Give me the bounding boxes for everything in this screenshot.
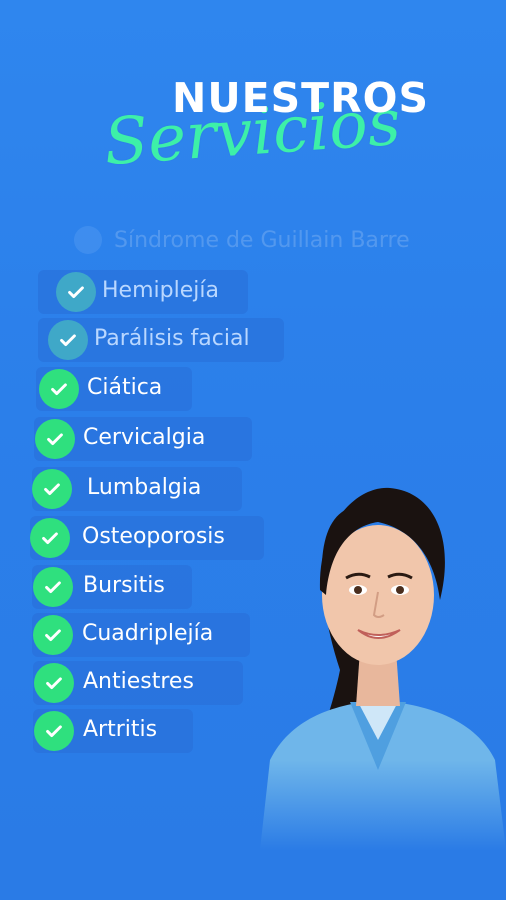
- check-circle-icon: [39, 369, 79, 409]
- service-label: Bursitis: [83, 573, 165, 598]
- service-label: Parálisis facial: [94, 326, 250, 351]
- service-label: Cervicalgia: [83, 425, 206, 450]
- check-circle-icon: [34, 663, 74, 703]
- service-label: Antiestres: [83, 669, 194, 694]
- check-circle-icon: [34, 711, 74, 751]
- service-label: Hemiplejía: [102, 278, 219, 303]
- check-circle-icon: [30, 518, 70, 558]
- service-item: Hemiplejía: [38, 270, 248, 314]
- service-item: Artritis: [33, 709, 193, 753]
- service-label: Ciática: [87, 375, 163, 400]
- service-item: Lumbalgia: [32, 467, 242, 511]
- check-circle-icon: [35, 419, 75, 459]
- service-item: Osteoporosis: [30, 516, 264, 560]
- check-circle-icon: [33, 567, 73, 607]
- service-item: Cuadriplejía: [32, 613, 250, 657]
- check-circle-icon: [33, 615, 73, 655]
- service-item: Parálisis facial: [38, 318, 284, 362]
- service-item: Cervicalgia: [34, 417, 252, 461]
- check-circle-icon: [48, 320, 88, 360]
- service-item: Bursitis: [32, 565, 192, 609]
- check-circle-icon: [32, 469, 72, 509]
- service-item: Ciática: [36, 367, 192, 411]
- service-label: Osteoporosis: [82, 524, 225, 549]
- service-item: Antiestres: [33, 661, 243, 705]
- bottom-gradient: [0, 760, 506, 900]
- service-label: Cuadriplejía: [82, 621, 214, 646]
- service-label: Lumbalgia: [87, 475, 202, 500]
- service-label: Artritis: [83, 717, 158, 742]
- check-circle-icon: [56, 272, 96, 312]
